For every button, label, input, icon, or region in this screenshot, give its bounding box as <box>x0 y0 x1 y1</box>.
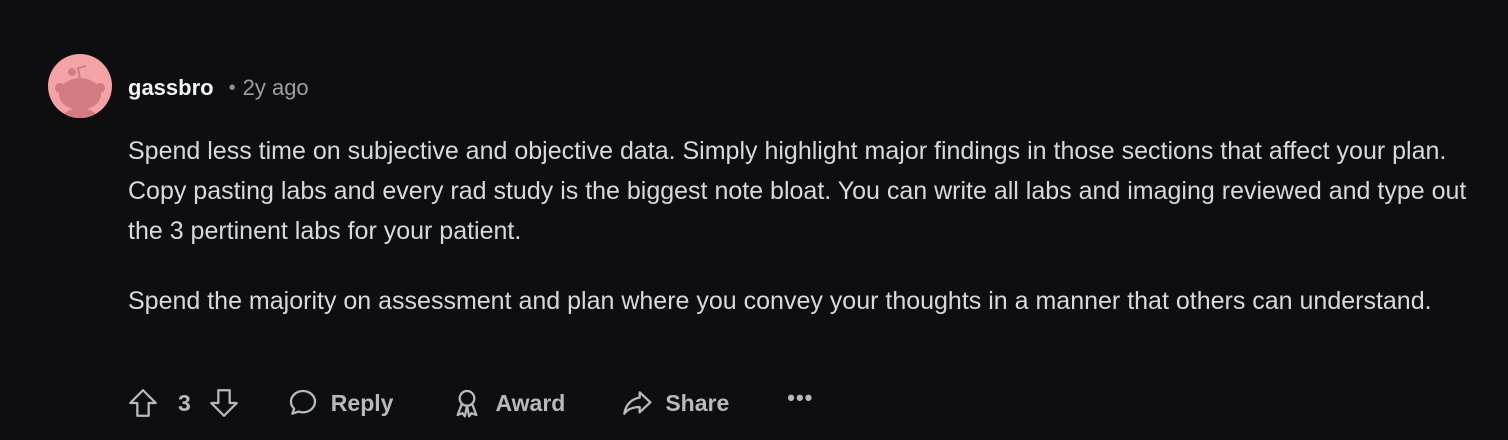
comment: gassbro • 2y ago Spend less time on subj… <box>0 0 1508 440</box>
comment-body: Spend less time on subjective and object… <box>128 131 1493 321</box>
award-ribbon-icon <box>456 389 478 418</box>
snoo-avatar-icon <box>55 65 105 118</box>
share-arrow-icon <box>623 391 652 415</box>
downvote-button[interactable] <box>207 386 241 420</box>
upvote-button[interactable] <box>126 386 160 420</box>
downvote-arrow-icon <box>209 389 238 417</box>
upvote-arrow-icon <box>129 389 157 417</box>
share-label: Share <box>665 389 730 416</box>
vote-count: 3 <box>178 389 191 416</box>
more-options-button[interactable]: ••• <box>787 385 813 416</box>
author-avatar[interactable] <box>48 54 112 118</box>
speech-bubble-icon <box>289 389 316 415</box>
award-label: Award <box>495 389 566 416</box>
comment-paragraph: Spend less time on subjective and object… <box>128 137 1467 245</box>
ellipsis-icon: ••• <box>787 385 814 410</box>
comment-paragraph: Spend the majority on assessment and pla… <box>128 287 1432 315</box>
comment-actions: 3 Reply Award Share ••• <box>126 382 813 424</box>
comment-meta: gassbro • 2y ago <box>128 74 309 102</box>
meta-separator: • <box>228 76 236 99</box>
award-button[interactable]: Award <box>451 387 565 419</box>
author-username[interactable]: gassbro <box>128 75 214 101</box>
reply-label: Reply <box>330 389 394 416</box>
share-button[interactable]: Share <box>621 387 729 419</box>
comment-age[interactable]: 2y ago <box>243 75 309 101</box>
reply-button[interactable]: Reply <box>287 387 394 419</box>
